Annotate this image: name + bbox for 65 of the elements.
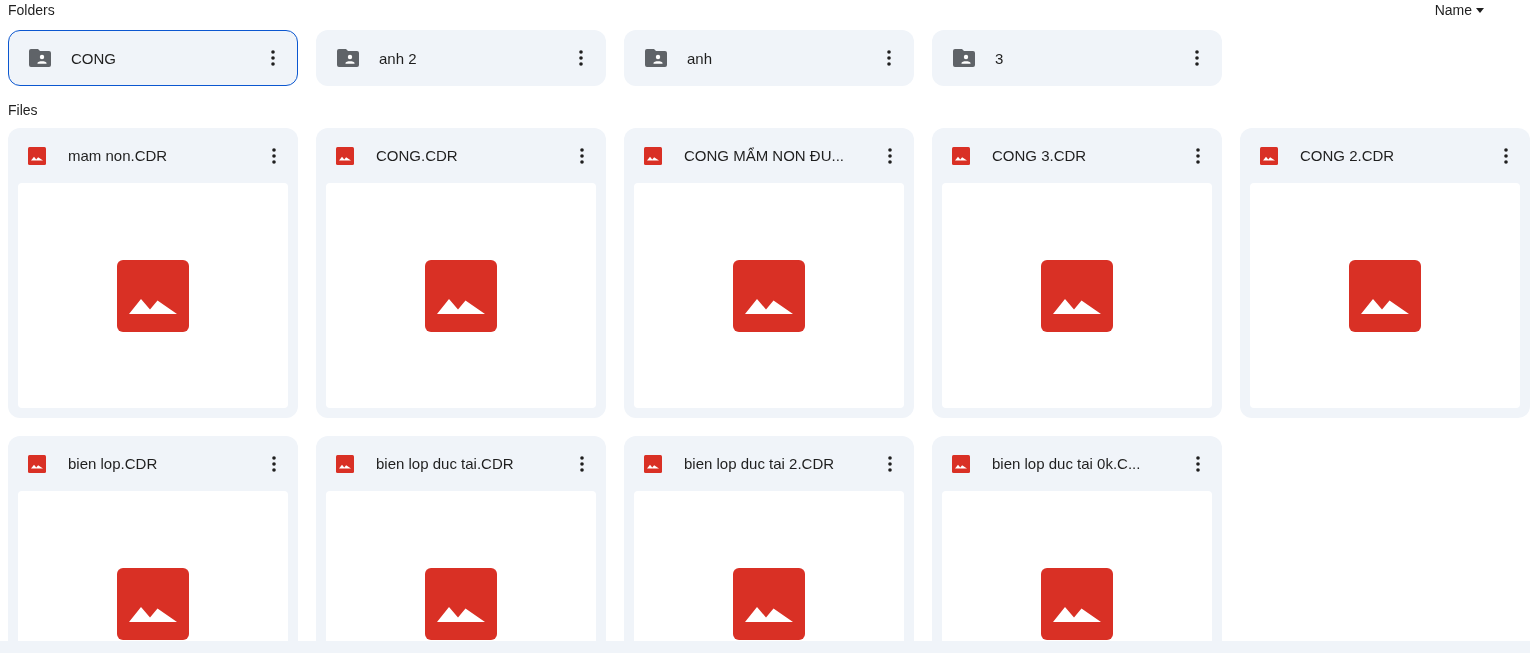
file-card[interactable]: bien lop duc tai.CDR <box>316 436 606 641</box>
more-icon <box>1195 50 1199 66</box>
file-card[interactable]: bien lop duc tai 2.CDR <box>624 436 914 641</box>
image-icon <box>425 259 497 332</box>
folder-name: anh <box>687 49 714 67</box>
image-file-icon <box>952 146 970 165</box>
shared-folder-icon <box>29 49 51 67</box>
folder-card[interactable]: 3 <box>932 30 1222 86</box>
image-file-icon <box>644 454 662 473</box>
more-icon <box>888 455 892 472</box>
image-file-icon <box>336 454 354 473</box>
image-icon <box>1041 259 1113 332</box>
file-card[interactable]: CONG 2.CDR <box>1240 128 1530 418</box>
file-name: CONG 2.CDR <box>1300 147 1396 164</box>
file-name: bien lop duc tai 0k.C... <box>992 455 1142 472</box>
file-name: CONG.CDR <box>376 147 459 164</box>
file-name: CONG MẨM NON ĐU... <box>684 147 845 164</box>
file-card[interactable]: mam non.CDR <box>8 128 298 418</box>
image-icon <box>117 567 189 640</box>
file-card[interactable]: CONG 3.CDR <box>932 128 1222 418</box>
image-icon <box>1349 259 1421 332</box>
more-icon <box>272 455 276 472</box>
image-file-icon <box>952 454 970 473</box>
file-card[interactable]: CONG.CDR <box>316 128 606 418</box>
image-file-icon <box>644 146 662 165</box>
folder-card[interactable]: anh <box>624 30 914 86</box>
more-icon <box>1504 147 1508 164</box>
image-file-icon <box>28 146 46 165</box>
file-name: mam non.CDR <box>68 147 169 164</box>
folder-name: CONG <box>71 49 117 67</box>
image-file-icon <box>28 454 46 473</box>
image-file-icon <box>336 146 354 165</box>
more-icon <box>1196 147 1200 164</box>
file-name: bien lop duc tai 2.CDR <box>684 455 836 472</box>
sort-button[interactable]: Name <box>1434 2 1484 18</box>
file-card[interactable]: bien lop.CDR <box>8 436 298 641</box>
image-icon <box>425 567 497 640</box>
folder-name: anh 2 <box>379 49 418 67</box>
section-title: Files <box>8 101 39 120</box>
shared-folder-icon <box>645 49 667 67</box>
file-card[interactable]: CONG MẨM NON ĐU... <box>624 128 914 418</box>
image-icon <box>1041 567 1113 640</box>
shared-folder-icon <box>337 49 359 67</box>
more-icon <box>580 147 584 164</box>
image-icon <box>117 259 189 332</box>
more-icon <box>271 50 275 66</box>
folder-card[interactable]: anh 2 <box>316 30 606 86</box>
section-title: Folders <box>8 1 55 20</box>
more-icon <box>580 455 584 472</box>
file-name: CONG 3.CDR <box>992 147 1088 164</box>
folder-name: 3 <box>995 49 1005 67</box>
file-card[interactable]: bien lop duc tai 0k.C... <box>932 436 1222 641</box>
more-icon <box>579 50 583 66</box>
more-icon <box>1196 455 1200 472</box>
more-icon <box>887 50 891 66</box>
caret-icon <box>1476 7 1484 13</box>
more-icon <box>272 147 276 164</box>
shared-folder-icon <box>953 49 975 67</box>
file-name: bien lop duc tai.CDR <box>376 455 515 472</box>
image-icon <box>733 259 805 332</box>
image-file-icon <box>1260 146 1278 165</box>
image-icon <box>733 567 805 640</box>
file-name: bien lop.CDR <box>68 455 159 472</box>
folder-card[interactable]: CONG <box>8 30 298 86</box>
more-icon <box>888 147 892 164</box>
